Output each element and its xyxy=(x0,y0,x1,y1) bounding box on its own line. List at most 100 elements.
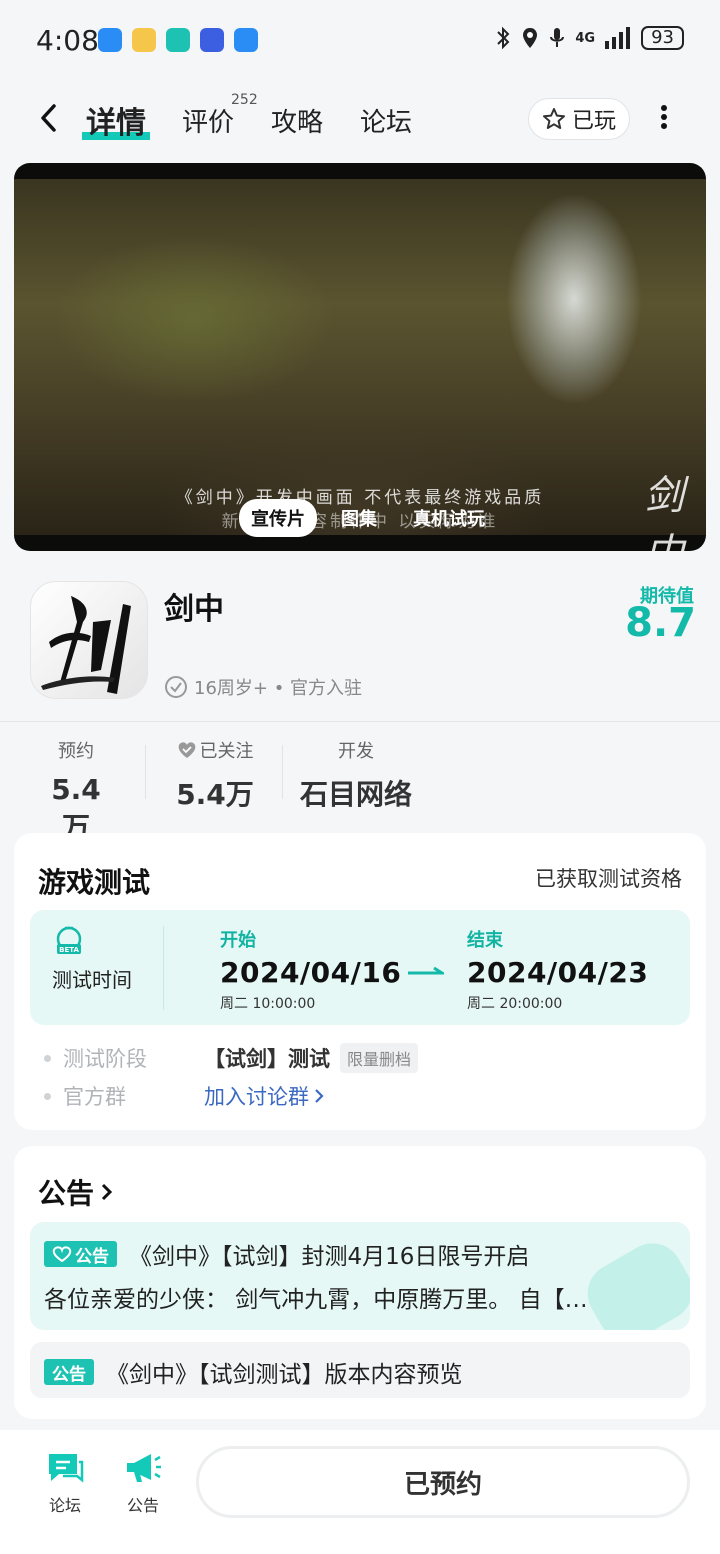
arrow-right-icon xyxy=(408,966,444,975)
test-end: 结束 2024/04/23 周二 20:00:00 xyxy=(467,926,648,1013)
announcement-headline: 公告 《剑中》【试剑测试】版本内容预览 xyxy=(44,1355,463,1389)
stat-divider xyxy=(145,745,146,799)
announcement-headline: 公告 《剑中》【试剑】封测4月16日限号开启 xyxy=(44,1237,529,1271)
cloud-app-icon xyxy=(234,28,258,52)
signal-icon xyxy=(605,27,631,49)
announcement-badge: 公告 xyxy=(44,1241,117,1267)
announcement-card: 公告 公告 《剑中》【试剑】封测4月16日限号开启 各位亲爱的少侠： 剑气冲九霄… xyxy=(14,1146,706,1419)
more-options-icon[interactable] xyxy=(654,102,674,132)
played-label: 已玩 xyxy=(571,109,616,134)
back-arrow-icon[interactable] xyxy=(36,102,64,134)
end-label: 结束 xyxy=(467,930,503,951)
shield-app-icon xyxy=(166,28,190,52)
reserved-button[interactable]: 已预约 xyxy=(196,1446,690,1518)
badge-text: 公告 xyxy=(75,1246,109,1267)
tab-forum[interactable]: 论坛 xyxy=(360,102,412,139)
location-icon xyxy=(523,28,538,48)
stat-label: 开发 xyxy=(338,741,374,762)
tab-reviews[interactable]: 评价 xyxy=(182,102,234,139)
notification-icons xyxy=(98,28,258,52)
video-frame[interactable] xyxy=(14,179,706,535)
announcement-item-title: 《剑中》【试剑测试】版本内容预览 xyxy=(106,1362,463,1388)
join-group-link[interactable]: 加入讨论群 xyxy=(204,1081,325,1111)
app-icon xyxy=(30,581,148,699)
microphone-icon xyxy=(550,28,565,47)
notice-label: 公告 xyxy=(126,1496,159,1515)
media-player[interactable]: 《剑中》开发中画面 不代表最终游戏品质 新场景 内容制作中 以实际为准 宣传片 … xyxy=(14,163,706,551)
group-key: 官方群 xyxy=(63,1085,126,1109)
stat-value: 5.4万 xyxy=(176,778,254,811)
test-time-box: BETA 测试时间 开始 2024/04/16 周二 10:00:00 结束 2… xyxy=(30,910,690,1025)
announcement-title: 公告 xyxy=(38,1177,95,1210)
notice-button[interactable]: 公告 xyxy=(113,1450,173,1516)
test-phase-row: 测试阶段 【试剑】测试 限量删档 xyxy=(44,1043,419,1073)
test-time-label: 测试时间 xyxy=(52,968,132,992)
status-bar: 4:08 4G 93 xyxy=(0,0,720,84)
start-date: 2024/04/16 xyxy=(220,956,402,989)
tab-details[interactable]: 详情 xyxy=(82,98,150,142)
review-count-badge: 252 xyxy=(231,92,258,108)
played-button[interactable]: 已玩 xyxy=(528,98,630,140)
start-time: 周二 10:00:00 xyxy=(220,996,316,1012)
end-date: 2024/04/23 xyxy=(467,956,649,989)
stat-label: 已关注 xyxy=(199,741,254,762)
end-time: 周二 20:00:00 xyxy=(467,996,563,1012)
announcement-item-title: 《剑中》【试剑】封测4月16日限号开启 xyxy=(129,1244,530,1270)
announcement-item-body: 各位亲爱的少侠： 剑气冲九霄，中原腾万里。 自【… xyxy=(44,1287,588,1313)
phase-key: 测试阶段 xyxy=(63,1047,147,1071)
divider xyxy=(0,721,720,722)
clock-app-icon xyxy=(200,28,224,52)
announcement-header[interactable]: 公告 xyxy=(38,1172,114,1212)
heart-check-icon xyxy=(178,742,195,758)
app-meta-text: 16周岁+ • 官方入驻 xyxy=(194,678,363,699)
media-tab-trailer[interactable]: 宣传片 xyxy=(239,499,317,537)
stat-reservations: 预约 5.4万 xyxy=(38,737,114,846)
announcement-badge: 公告 xyxy=(44,1359,94,1385)
check-circle-icon xyxy=(165,676,187,698)
join-group-label: 加入讨论群 xyxy=(204,1085,309,1109)
stat-followers[interactable]: 已关注 5.4万 xyxy=(172,737,258,813)
chevron-right-icon xyxy=(101,1183,113,1201)
system-icons: 4G 93 xyxy=(495,26,684,50)
chevron-right-icon xyxy=(315,1089,324,1103)
official-group-row: 官方群 加入讨论群 xyxy=(44,1081,325,1111)
announcement-item[interactable]: 公告 《剑中》【试剑测试】版本内容预览 xyxy=(30,1342,690,1398)
phase-value: 【试剑】测试 xyxy=(204,1047,330,1071)
heart-icon xyxy=(52,1246,72,1262)
app-name: 剑中 xyxy=(164,592,224,627)
phase-tag: 限量删档 xyxy=(340,1043,419,1073)
stat-developer[interactable]: 开发 石目网络 xyxy=(296,737,416,813)
expectation-score: 8.7 xyxy=(625,600,696,646)
chat-bubble-icon xyxy=(49,1454,84,1483)
test-qualification: 已获取测试资格 xyxy=(535,867,682,891)
battery-indicator: 93 xyxy=(641,26,684,50)
media-tab-gameplay[interactable]: 真机试玩 xyxy=(401,499,497,537)
message-app-icon xyxy=(98,28,122,52)
top-nav: 详情 评价 252 攻略 论坛 已玩 xyxy=(0,84,720,156)
start-label: 开始 xyxy=(220,930,256,951)
stat-value: 石目网络 xyxy=(299,778,412,811)
video-watermark-logo: 剑中 xyxy=(644,473,684,551)
media-tabs: 宣传片 图集 真机试玩 xyxy=(239,499,497,537)
test-box-divider xyxy=(163,926,164,1010)
tab-guides[interactable]: 攻略 xyxy=(271,102,323,139)
test-start: 开始 2024/04/16 周二 10:00:00 xyxy=(220,926,401,1013)
bluetooth-icon xyxy=(497,26,510,50)
network-type: 4G xyxy=(575,30,596,46)
bullet xyxy=(44,1054,51,1062)
star-outline-icon xyxy=(542,108,565,129)
stat-label: 预约 xyxy=(58,741,94,762)
forum-button[interactable]: 论坛 xyxy=(35,1450,95,1516)
test-title: 游戏测试 xyxy=(38,866,151,899)
media-tab-gallery[interactable]: 图集 xyxy=(329,499,389,537)
stat-divider xyxy=(282,745,283,799)
announcement-item[interactable]: 公告 《剑中》【试剑】封测4月16日限号开启 各位亲爱的少侠： 剑气冲九霄，中原… xyxy=(30,1222,690,1330)
game-test-card: 游戏测试 已获取测试资格 BETA 测试时间 开始 2024/04/16 周二 … xyxy=(14,833,706,1130)
beta-clock-icon: BETA xyxy=(56,926,82,954)
game-app-icon xyxy=(132,28,156,52)
megaphone-icon xyxy=(127,1454,161,1482)
status-time: 4:08 xyxy=(36,24,99,57)
app-meta: 16周岁+ • 官方入驻 xyxy=(164,674,362,700)
bottom-action-bar: 论坛 公告 已预约 xyxy=(0,1430,720,1554)
svg-text:BETA: BETA xyxy=(59,946,79,954)
